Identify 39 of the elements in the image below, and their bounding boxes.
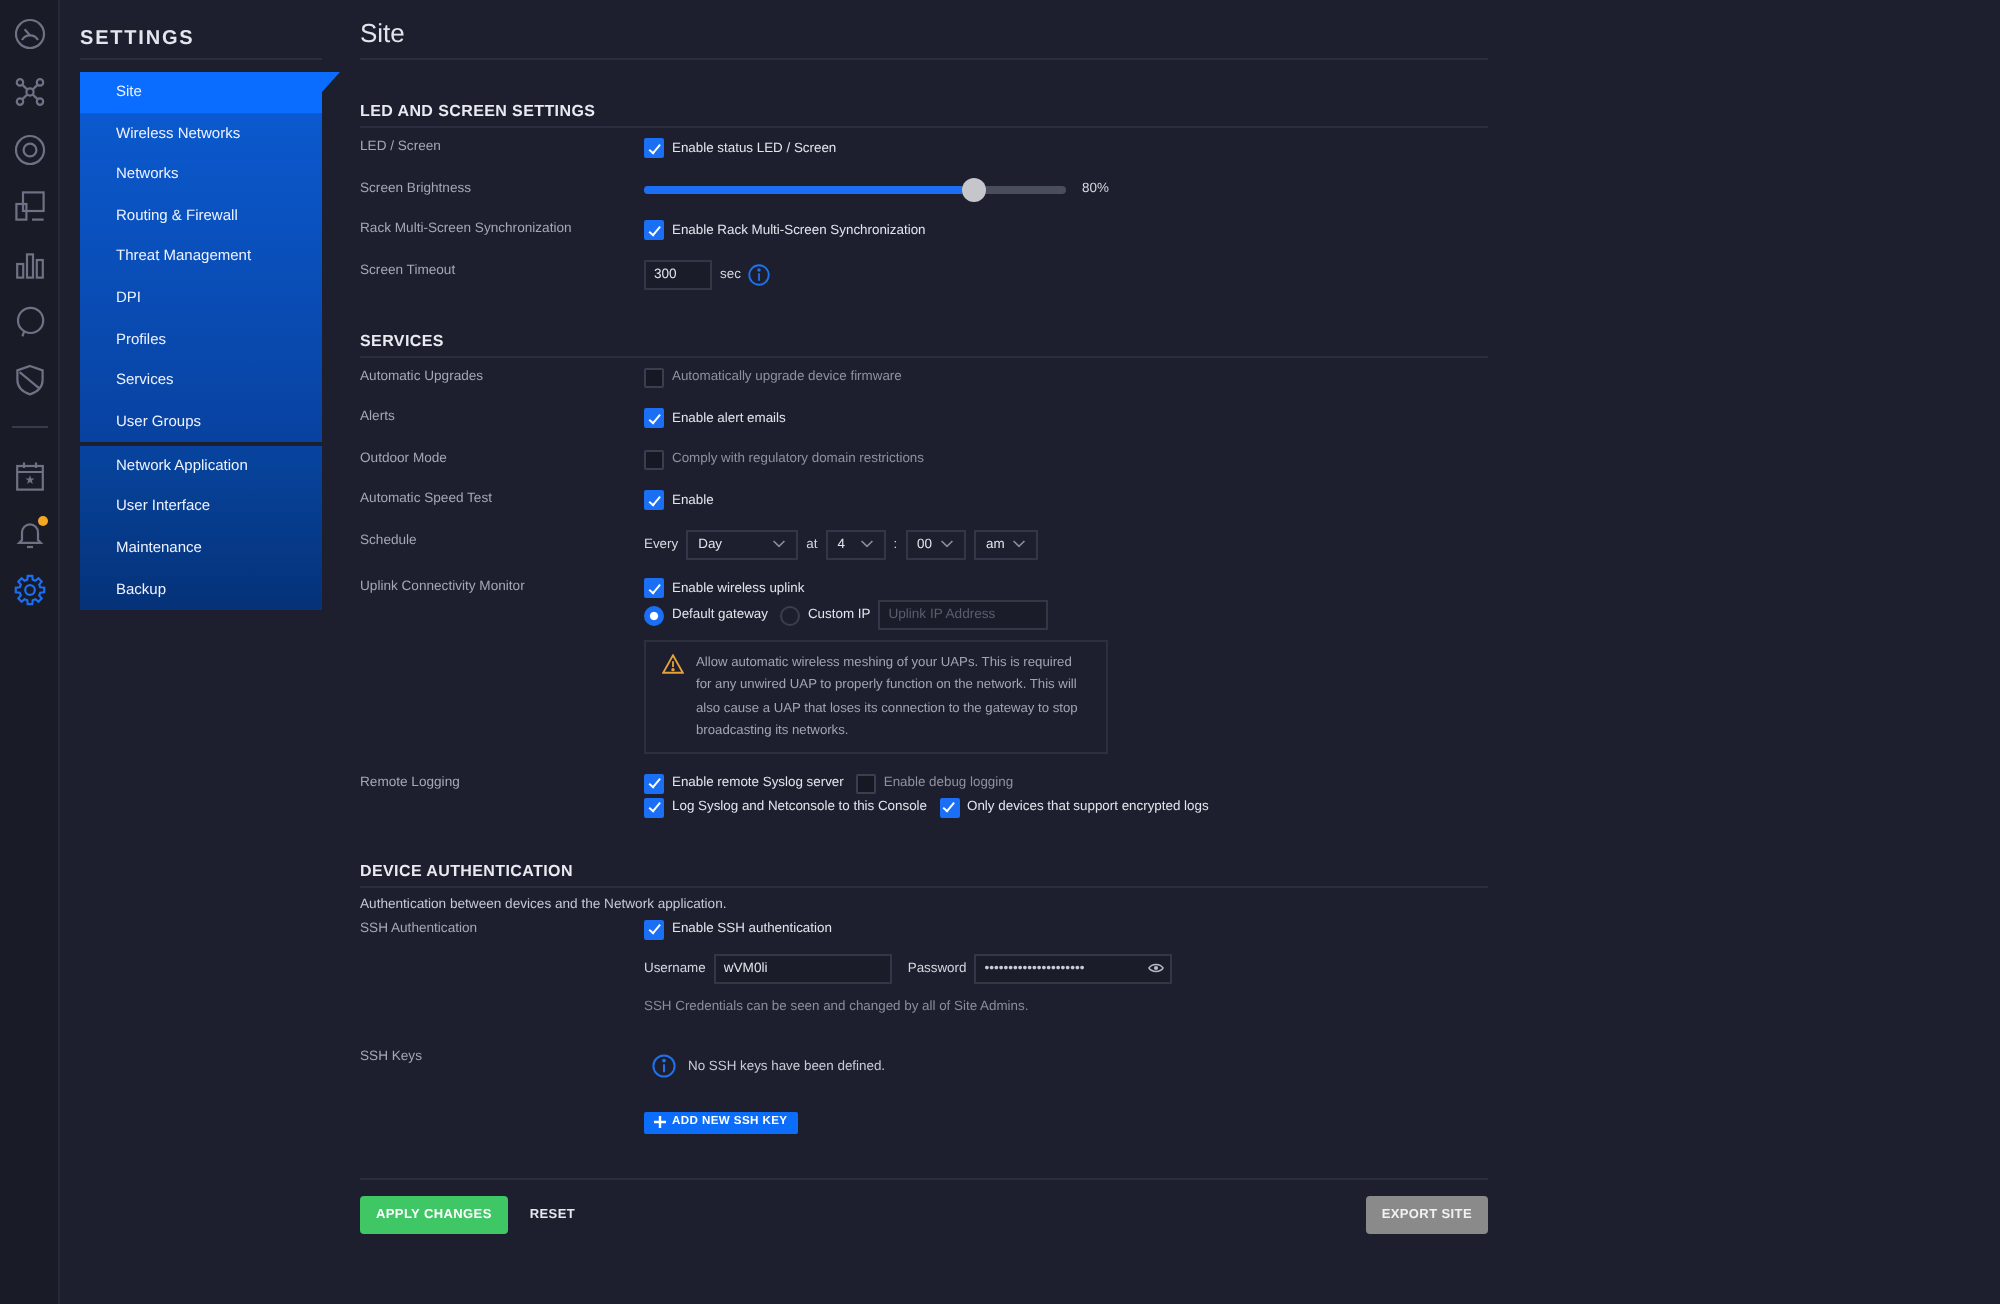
- checkbox[interactable]: [644, 919, 664, 939]
- target-icon[interactable]: [13, 133, 45, 166]
- settings-icon[interactable]: [13, 574, 45, 607]
- gauge-icon[interactable]: [13, 18, 45, 50]
- calendar-icon[interactable]: [13, 459, 45, 492]
- checkbox[interactable]: [939, 797, 960, 817]
- radio-button[interactable]: [644, 605, 664, 625]
- bell-icon[interactable]: [13, 517, 45, 550]
- section-heading: SERVICES: [360, 331, 444, 349]
- chevron-down-icon: [772, 540, 787, 548]
- checkbox[interactable]: [644, 578, 664, 598]
- section-heading: LED AND SCREEN SETTINGS: [360, 102, 596, 120]
- checkbox[interactable]: [644, 797, 664, 817]
- eye-icon[interactable]: [1148, 962, 1165, 974]
- devices-icon[interactable]: [13, 190, 45, 223]
- shield-icon[interactable]: [13, 363, 45, 396]
- info-icon: [652, 1054, 676, 1078]
- checkbox[interactable]: [644, 220, 664, 240]
- chevron-down-icon: [1012, 540, 1027, 548]
- section-heading: DEVICE AUTHENTICATION: [360, 861, 573, 879]
- checkbox[interactable]: [644, 490, 664, 510]
- radio-button[interactable]: [779, 605, 800, 625]
- warning-icon: [662, 653, 684, 673]
- plus-icon: [654, 1116, 666, 1128]
- chevron-down-icon: [940, 540, 954, 548]
- bubble-icon[interactable]: [13, 305, 45, 338]
- slider-handle[interactable]: [962, 177, 987, 201]
- info-icon[interactable]: [748, 263, 771, 285]
- chevron-down-icon: [859, 540, 874, 548]
- checkbox[interactable]: [644, 449, 664, 469]
- topology-icon[interactable]: [13, 75, 45, 108]
- checkbox[interactable]: [644, 773, 664, 793]
- checkbox[interactable]: [644, 367, 664, 387]
- bar-chart-icon[interactable]: [13, 248, 45, 281]
- sidebar-title: SETTINGS: [80, 28, 195, 50]
- checkbox[interactable]: [855, 773, 876, 793]
- checkbox[interactable]: [644, 138, 664, 158]
- page-title: Site: [360, 18, 405, 48]
- checkbox[interactable]: [644, 408, 664, 428]
